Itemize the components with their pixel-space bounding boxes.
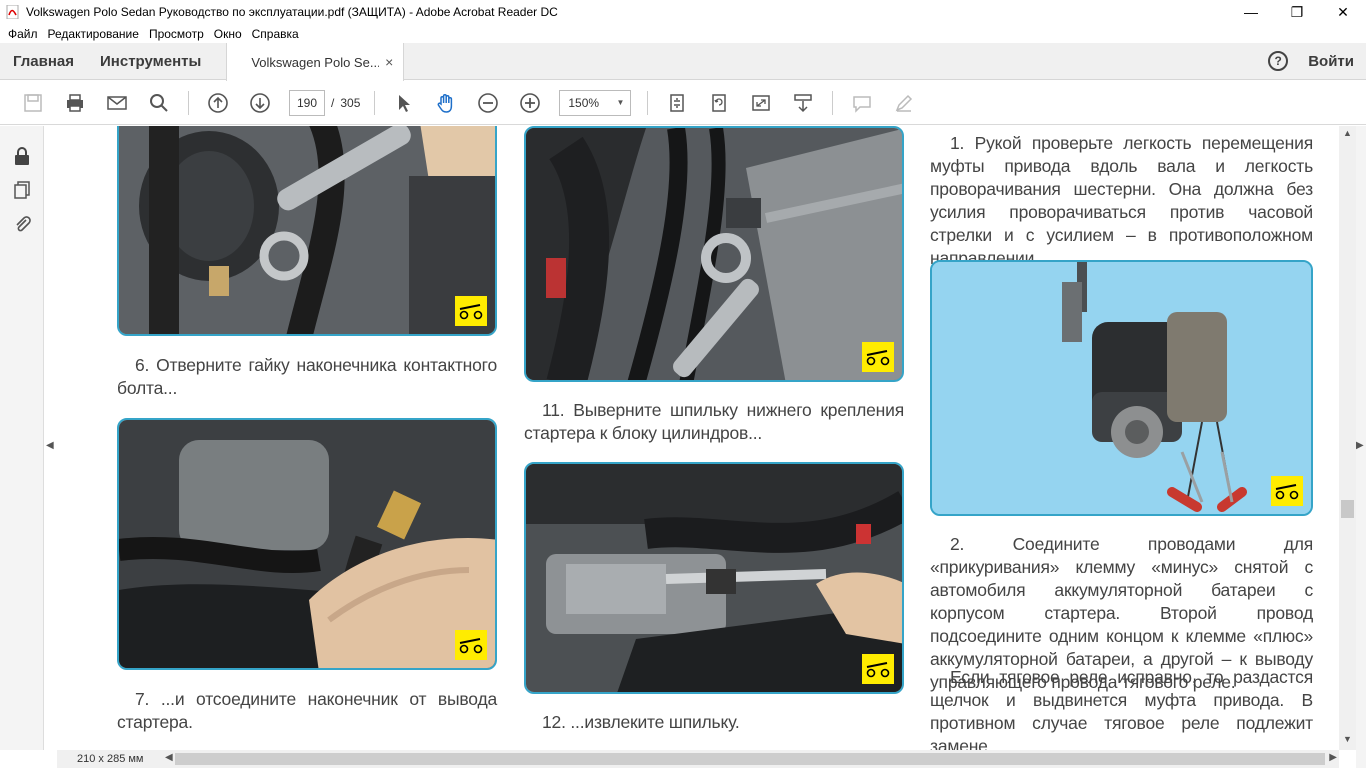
comment-icon[interactable] — [849, 90, 875, 116]
caption-step-12: 12. ...извлеките шпильку. — [542, 712, 740, 732]
menu-bar: Файл Редактирование Просмотр Окно Справк… — [0, 24, 1366, 43]
full-screen-icon[interactable] — [748, 90, 774, 116]
zoom-level-value: 150% — [568, 95, 600, 110]
photo-step-11 — [524, 126, 904, 382]
menu-window[interactable]: Окно — [209, 27, 247, 41]
difficulty-badge — [455, 296, 487, 326]
acrobat-pdf-icon — [6, 4, 20, 20]
previous-page-icon[interactable] — [205, 90, 231, 116]
search-icon[interactable] — [146, 90, 172, 116]
highlight-pen-icon[interactable] — [891, 90, 917, 116]
pages-icon[interactable] — [12, 180, 32, 200]
status-bar: 210 x 285 мм ◀ ▶ — [57, 750, 1339, 768]
scroll-up-icon[interactable]: ▲ — [1343, 128, 1352, 138]
caption-step-6: 6. Отверните гайку наконечника контактно… — [117, 355, 497, 398]
window-title: Volkswagen Polo Sedan Руководство по экс… — [26, 5, 558, 19]
difficulty-badge — [455, 630, 487, 660]
select-cursor-icon[interactable] — [391, 90, 417, 116]
difficulty-badge — [862, 342, 894, 372]
toolbar: 190 / 305 150% ▼ — [0, 81, 1366, 125]
scroll-right-icon[interactable]: ▶ — [1329, 752, 1337, 763]
save-icon[interactable] — [20, 90, 46, 116]
rotate-icon[interactable] — [706, 90, 732, 116]
scroll-left-icon[interactable]: ◀ — [165, 752, 173, 763]
menu-view[interactable]: Просмотр — [144, 27, 209, 41]
scroll-mode-icon[interactable] — [790, 90, 816, 116]
menu-help[interactable]: Справка — [247, 27, 304, 41]
tab-tools[interactable]: Инструменты — [87, 43, 214, 79]
tab-document[interactable]: Volkswagen Polo Se... × — [226, 43, 405, 81]
lock-icon[interactable] — [12, 146, 32, 166]
difficulty-badge — [1271, 476, 1303, 506]
tab-bar: Главная Инструменты Volkswagen Polo Se..… — [0, 43, 1366, 81]
left-sidebar — [0, 126, 44, 750]
hand-tool-icon[interactable] — [433, 90, 459, 116]
page-separator: / — [331, 95, 335, 110]
scroll-down-icon[interactable]: ▼ — [1343, 734, 1352, 744]
menu-edit[interactable]: Редактирование — [43, 27, 144, 41]
vertical-scroll-thumb[interactable] — [1341, 500, 1354, 518]
horizontal-scroll-thumb[interactable] — [175, 753, 1325, 765]
next-page-icon[interactable] — [247, 90, 273, 116]
minimize-button[interactable]: — — [1228, 0, 1274, 24]
zoom-in-icon[interactable] — [517, 90, 543, 116]
zoom-level-select[interactable]: 150% ▼ — [559, 89, 632, 116]
menu-file[interactable]: Файл — [3, 27, 43, 41]
photo-step-7 — [117, 418, 497, 670]
email-icon[interactable] — [104, 90, 130, 116]
help-icon[interactable]: ? — [1268, 51, 1289, 71]
horizontal-scrollbar[interactable]: ◀ ▶ — [163, 750, 1339, 768]
expand-right-panel-icon[interactable]: ▶ — [1356, 440, 1364, 451]
caption-step-11: 11. Выверните шпильку нижнего крепления … — [524, 400, 904, 443]
page-size-label: 210 x 285 мм — [77, 753, 144, 765]
page-number-input[interactable]: 190 — [289, 89, 325, 116]
toolbar-divider — [188, 90, 189, 115]
paragraph-relay-check: Если тяговое реле исправно, то раздастся… — [930, 667, 1313, 750]
document-page: 6. Отверните гайку наконечника контактно… — [57, 126, 1339, 750]
toolbar-divider — [374, 90, 376, 115]
vertical-scrollbar[interactable]: ▲ ▼ — [1339, 126, 1356, 750]
photo-step-12 — [524, 462, 904, 694]
fit-page-icon[interactable] — [664, 90, 690, 116]
attachment-icon[interactable] — [12, 214, 32, 234]
expand-left-panel-icon[interactable]: ◀ — [46, 440, 54, 451]
photo-step-6 — [117, 126, 497, 336]
zoom-out-icon[interactable] — [475, 90, 501, 116]
tab-home[interactable]: Главная — [0, 43, 87, 79]
sign-in-button[interactable]: Войти — [1308, 53, 1354, 70]
difficulty-badge — [862, 654, 894, 684]
photo-starter-test — [930, 260, 1313, 516]
maximize-button[interactable]: ❐ — [1274, 0, 1320, 24]
toolbar-divider — [832, 90, 834, 115]
page-total: 305 — [340, 95, 361, 110]
caption-step-7: 7. ...и отсоедините наконечник от вывода… — [117, 689, 497, 732]
document-tab-label: Volkswagen Polo Se... — [251, 54, 380, 70]
close-tab-icon[interactable]: × — [385, 54, 393, 70]
print-icon[interactable] — [62, 90, 88, 116]
title-bar: Volkswagen Polo Sedan Руководство по экс… — [0, 0, 1366, 24]
toolbar-divider — [647, 90, 649, 115]
chevron-down-icon: ▼ — [616, 98, 625, 107]
close-window-button[interactable]: ✕ — [1320, 0, 1366, 24]
right-panel-edge: ▶ — [1356, 126, 1366, 768]
paragraph-step-1: 1. Рукой проверьте легкость перемещения … — [930, 133, 1313, 268]
